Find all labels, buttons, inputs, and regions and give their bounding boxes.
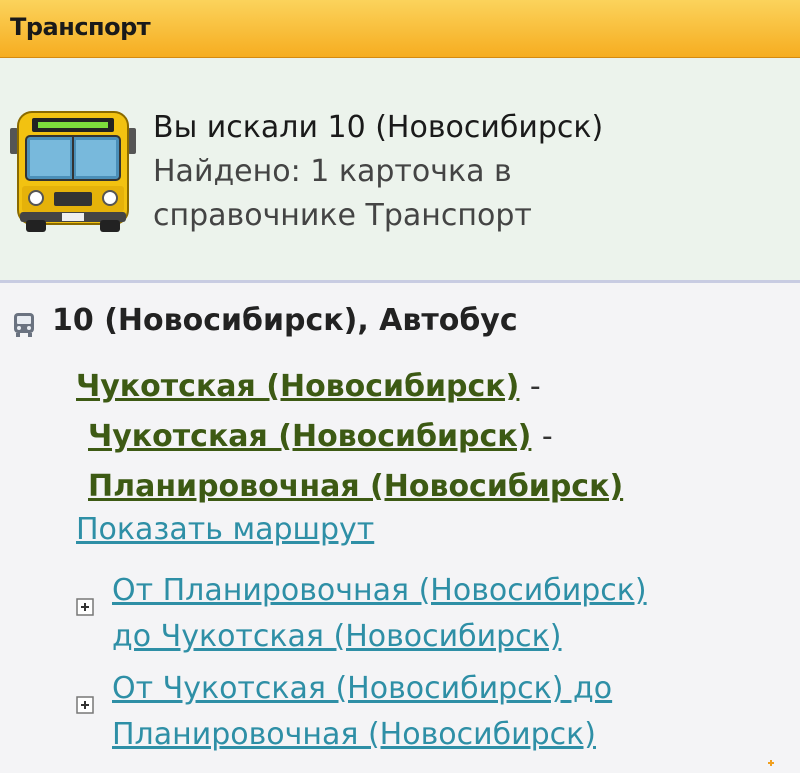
- corner-decoration-icon: [768, 760, 774, 766]
- direction-link[interactable]: От Планировочная (Новосибирск) до Чукотс…: [112, 568, 647, 660]
- stop-link[interactable]: Чукотская (Новосибирск): [76, 369, 519, 404]
- stop-row: Чукотская (Новосибирск) -: [76, 412, 623, 462]
- found-directory-text: справочнике Транспорт: [153, 198, 532, 233]
- search-query-text: Вы искали 10 (Новосибирск): [153, 110, 604, 145]
- stop-link[interactable]: Планировочная (Новосибирск): [88, 469, 623, 504]
- stop-row: Планировочная (Новосибирск): [76, 462, 623, 512]
- show-route-link[interactable]: Показать маршрут: [76, 512, 374, 547]
- result-title: 10 (Новосибирск), Автобус: [52, 303, 518, 338]
- stop-row: Чукотская (Новосибирск) -: [76, 362, 623, 412]
- bus-small-icon: [14, 313, 34, 337]
- expand-plus-icon[interactable]: [76, 696, 94, 714]
- stop-separator: -: [541, 419, 553, 454]
- panel-title: Транспорт: [10, 13, 151, 41]
- route-stops: Чукотская (Новосибирск) - Чукотская (Нов…: [76, 362, 623, 512]
- expand-plus-icon[interactable]: [76, 598, 94, 616]
- direction-link[interactable]: От Чукотская (Новосибирск) до Планировоч…: [112, 666, 612, 758]
- panel-header: Транспорт: [0, 0, 800, 58]
- summary-text: Вы искали 10 (Новосибирск) Найдено: 1 ка…: [153, 106, 603, 238]
- stop-separator: -: [529, 369, 541, 404]
- found-count-text: Найдено: 1 карточка в: [153, 154, 512, 189]
- stop-link[interactable]: Чукотская (Новосибирск): [88, 419, 531, 454]
- bus-icon: [10, 111, 136, 232]
